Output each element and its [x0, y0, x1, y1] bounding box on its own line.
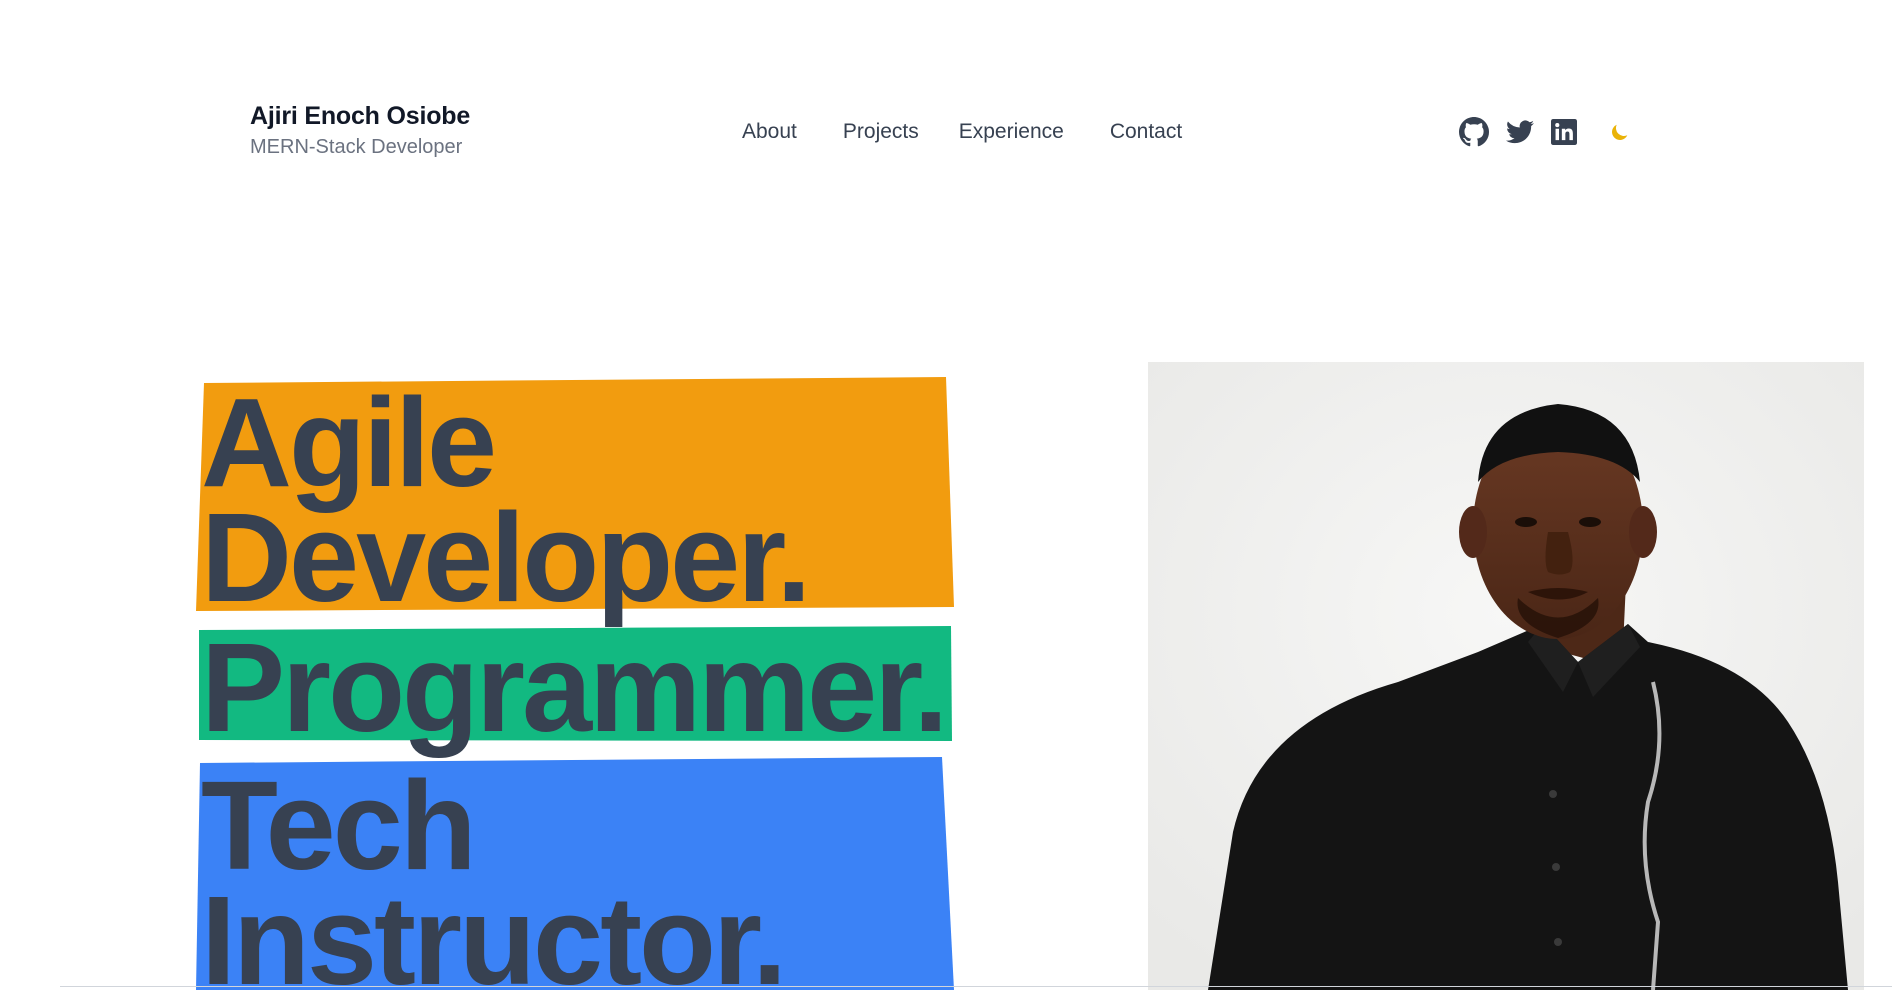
nav-experience-link[interactable]: Experience: [959, 118, 1064, 146]
headline-line-instructor: Instructor.: [201, 870, 787, 990]
hero-headline: Agile Developer. Programmer. Tech Instru…: [196, 375, 966, 990]
brand-role: MERN-Stack Developer: [250, 136, 463, 158]
brand-name[interactable]: Ajiri Enoch Osiobe: [250, 100, 470, 132]
nav-about-link[interactable]: About: [742, 118, 797, 146]
page: Ajiri Enoch Osiobe MERN-Stack Developer …: [0, 0, 1892, 990]
nav-projects-link[interactable]: Projects: [843, 118, 919, 146]
main-nav: About Projects Experience Contact: [742, 118, 1182, 146]
social-links: [1458, 116, 1636, 148]
twitter-icon[interactable]: [1504, 116, 1536, 148]
github-icon[interactable]: [1458, 116, 1490, 148]
headline-line-developer: Developer.: [201, 487, 811, 628]
headline-line-programmer: Programmer.: [201, 617, 948, 758]
linkedin-icon[interactable]: [1548, 116, 1580, 148]
section-divider: [60, 986, 1892, 987]
moon-icon[interactable]: [1604, 116, 1636, 148]
profile-photo: [1148, 362, 1864, 990]
nav-contact-link[interactable]: Contact: [1110, 118, 1182, 146]
brand: Ajiri Enoch Osiobe MERN-Stack Developer: [250, 100, 470, 161]
